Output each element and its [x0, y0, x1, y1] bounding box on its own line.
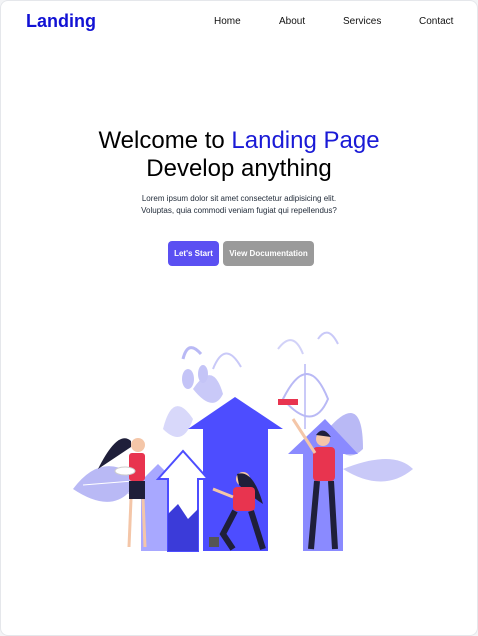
- hero-description-line1: Lorem ipsum dolor sit amet consectetur a…: [141, 194, 337, 203]
- hero-illustration: [73, 331, 413, 552]
- hero-title-prefix: Welcome to: [98, 127, 225, 154]
- nav-link-contact[interactable]: Contact: [419, 16, 453, 27]
- hero-title-line2: Develop anything: [146, 155, 332, 182]
- view-documentation-button[interactable]: View Documentation: [223, 241, 314, 266]
- nav-link-about[interactable]: About: [279, 16, 305, 27]
- hero-description-line2: Voluptas, quia commodi veniam fugiat qui…: [141, 206, 337, 215]
- brand-logo[interactable]: Landing: [26, 11, 96, 32]
- hero-title: Welcome to Landing Page Develop anything: [1, 127, 477, 183]
- lets-start-button[interactable]: Let's Start: [168, 241, 219, 266]
- nav-link-services[interactable]: Services: [343, 16, 381, 27]
- hero-description: Lorem ipsum dolor sit amet consectetur a…: [1, 193, 477, 217]
- landing-page: Landing Home About Services Contact Welc…: [0, 0, 478, 636]
- hero-title-accent: Landing Page: [231, 127, 380, 154]
- foliage-right: [277, 331, 413, 482]
- nav-link-home[interactable]: Home: [214, 16, 241, 27]
- top-navbar: Landing Home About Services Contact: [1, 1, 477, 41]
